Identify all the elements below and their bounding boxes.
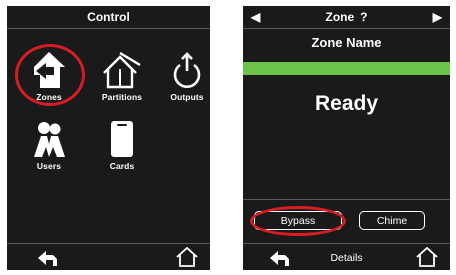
- home-icon[interactable]: [416, 247, 438, 267]
- zone-header: ◀ Zone ? ▶: [243, 6, 450, 29]
- zone-title: Zone: [325, 10, 355, 24]
- home-icon[interactable]: [176, 247, 198, 267]
- tile-zones[interactable]: Zones: [19, 47, 79, 102]
- control-screen: Control Zones Partitions Outputs Users C…: [7, 6, 210, 270]
- house-arrow-icon: [34, 52, 65, 88]
- left-bottom-bar: [7, 243, 210, 270]
- status-bar: [243, 62, 450, 75]
- bypass-button[interactable]: Bypass: [254, 211, 342, 230]
- tile-users[interactable]: Users: [19, 116, 79, 171]
- zone-status: Ready: [314, 92, 379, 115]
- partitions-icon: [103, 51, 141, 89]
- tile-cards[interactable]: Cards: [92, 116, 152, 171]
- chime-button[interactable]: Chime: [359, 211, 425, 230]
- right-bottom-bar: Details: [243, 243, 450, 270]
- tile-label: Outputs: [170, 92, 204, 102]
- tile-outputs[interactable]: Outputs: [157, 47, 210, 102]
- zone-screen: ◀ Zone ? ▶ Zone Name Ready Bypass Chime …: [243, 6, 450, 270]
- control-header: Control: [7, 6, 210, 29]
- tile-partitions[interactable]: Partitions: [92, 47, 152, 102]
- card-icon: [111, 121, 133, 157]
- tile-label: Zones: [36, 92, 62, 102]
- zone-actions: Bypass Chime: [243, 199, 450, 244]
- users-icon: [34, 122, 65, 157]
- control-title: Control: [87, 10, 130, 24]
- back-arrow-icon[interactable]: [37, 249, 59, 267]
- prev-arrow-icon[interactable]: ◀: [251, 10, 260, 24]
- zone-number: ?: [360, 10, 368, 24]
- tile-label: Users: [36, 161, 62, 171]
- tile-label: Partitions: [101, 92, 143, 102]
- tile-label: Cards: [109, 161, 135, 171]
- power-icon: [173, 52, 201, 88]
- zone-name: Zone Name: [311, 35, 382, 50]
- next-arrow-icon[interactable]: ▶: [433, 10, 442, 24]
